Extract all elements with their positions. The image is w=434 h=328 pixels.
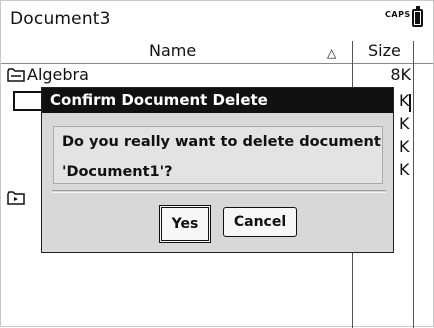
list-item-size: 8K bbox=[390, 65, 411, 84]
list-item-size: K bbox=[399, 91, 410, 110]
sort-triangle-icon[interactable]: △ bbox=[327, 46, 336, 60]
dialog-title: Confirm Document Delete bbox=[50, 91, 268, 109]
confirm-delete-dialog: Confirm Document Delete Do you really wa… bbox=[41, 87, 394, 253]
name-column-header[interactable]: Name bbox=[149, 41, 196, 60]
list-item-size: K bbox=[399, 114, 410, 133]
battery-icon bbox=[412, 6, 423, 27]
document-title: Document3 bbox=[10, 9, 111, 29]
dialog-divider bbox=[52, 190, 386, 191]
folder-icon bbox=[7, 68, 25, 82]
folder-icon bbox=[7, 191, 25, 205]
list-item[interactable]: Algebra 8K bbox=[1, 65, 433, 87]
dialog-title-bar: Confirm Document Delete bbox=[42, 88, 393, 113]
caps-indicator: CAPS bbox=[385, 10, 411, 19]
yes-button[interactable]: Yes bbox=[159, 205, 211, 243]
list-item-size: K bbox=[399, 160, 410, 179]
handheld-screen: Document3 CAPS Name △ Size Algebra 8K K … bbox=[0, 0, 434, 328]
dialog-message-line: Do you really want to delete document bbox=[62, 134, 381, 150]
dialog-message: Do you really want to delete document 'D… bbox=[53, 126, 383, 184]
dialog-divider-highlight bbox=[52, 192, 386, 193]
dialog-message-line: 'Document1'? bbox=[62, 164, 173, 180]
title-bar: Document3 CAPS bbox=[1, 1, 433, 39]
size-column-header[interactable]: Size bbox=[368, 41, 401, 60]
list-item-name: Algebra bbox=[27, 65, 89, 84]
cancel-button[interactable]: Cancel bbox=[223, 207, 297, 237]
list-header[interactable]: Name △ Size bbox=[1, 41, 433, 64]
list-item-size: K bbox=[399, 137, 410, 156]
